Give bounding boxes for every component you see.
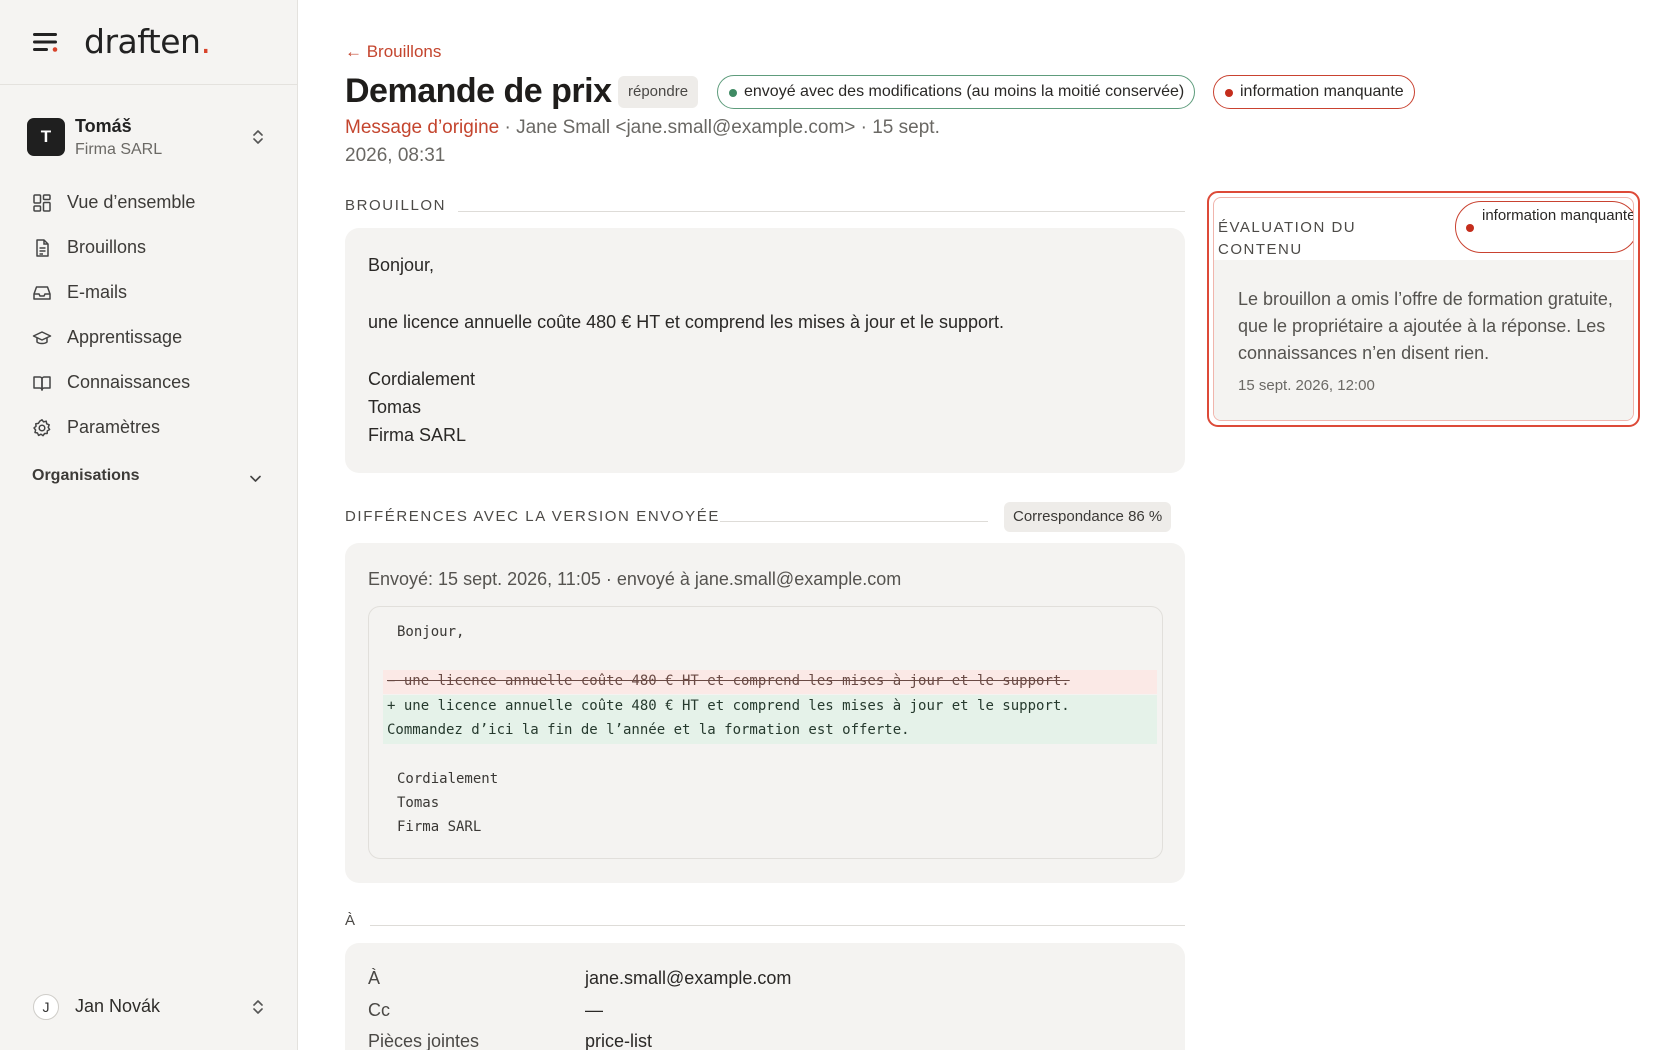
origin-meta: Message d’origine · Jane Small <jane.sma… [345,114,985,170]
back-link[interactable]: ← Brouillons [345,42,441,62]
diff-card: Envoyé: 15 sept. 2026, 11:05 · envoyé à … [345,543,1185,883]
org-switcher[interactable]: T Tomáš Firma SARL [26,116,271,164]
content-evaluation-panel: ÉVALUATION DU CONTENU information manqua… [1207,191,1640,427]
org-user-name: Tomáš [75,116,132,136]
draft-line: Cordialement [368,369,476,389]
user-menu[interactable]: J Jan Novák [33,992,269,1022]
draft-line: Firma SARL [368,425,467,445]
diff-line: Cordialement [397,771,499,787]
sidebar-item-knowledge[interactable]: Connaissances [20,360,278,405]
issue-badge-label: information manquante [1240,83,1404,100]
sidebar-item-label: Brouillons [67,237,147,257]
evaluation-dot [1466,224,1474,232]
user-avatar: J [33,994,59,1020]
logo-dot: . [200,22,211,61]
recipient-key: Pièces jointes [368,1031,480,1050]
recipient-key: À [368,968,381,988]
logo-text: draften [84,22,201,61]
origin-message-link[interactable]: Message d’origine [345,117,499,138]
sent-info: Envoyé: 15 sept. 2026, 11:05 · envoyé à … [368,569,902,589]
divider [370,925,1185,926]
recipient-value[interactable]: price-list [585,1031,652,1050]
issue-badge: information manquante [1213,75,1415,109]
diff-block: Bonjour, − une licence annuelle coûte 48… [368,606,1163,859]
diff-added-block: + une licence annuelle coûte 480 € HT et… [383,695,1157,744]
page-title: Demande de prix [345,72,612,110]
evaluation-title: ÉVALUATION DU CONTENU [1218,219,1357,258]
diff-removed-line: − une licence annuelle coûte 480 € HT et… [383,670,1157,694]
dashboard-icon [33,193,51,212]
status-dot [729,89,737,97]
chevron-up-down-icon [253,130,263,144]
diff-removed-text: − une licence annuelle coûte 480 € HT et… [387,673,1070,689]
user-name: Jan Novák [75,996,161,1016]
sidebar-item-emails[interactable]: E-mails [20,270,278,315]
diff-added-text: + une licence annuelle coûte 480 € HT et… [387,698,1070,714]
sidebar-item-label: E-mails [67,282,128,302]
inbox-icon [33,285,51,300]
diff-line: Tomas [397,795,440,811]
evaluation-badge: information manquante [1455,201,1634,253]
menu-icon[interactable] [33,32,59,52]
diff-added-text: Commandez d’ici la fin de l’année et la … [387,722,910,738]
evaluation-badge-label: information manquante [1482,207,1634,224]
chevron-up-down-icon [253,1000,263,1014]
status-badge: envoyé avec des modifications (au moins … [717,75,1196,109]
diff-heading: DIFFÉRENCES AVEC LA VERSION ENVOYÉE [345,508,720,525]
logo[interactable]: draften. [84,22,211,61]
sidebar-item-overview[interactable]: Vue d’ensemble [20,180,278,225]
evaluation-text: Le brouillon a omis l’offre de formation… [1238,289,1613,363]
evaluation-timestamp: 15 sept. 2026, 12:00 [1238,377,1375,394]
content-evaluation-inner: ÉVALUATION DU CONTENU information manqua… [1213,197,1634,421]
organisations-toggle[interactable]: Organisations [32,467,268,491]
sidebar-item-learning[interactable]: Apprentissage [20,315,278,360]
recipient-value: jane.small@example.com [585,968,792,988]
evaluation-body: Le brouillon a omis l’offre de formation… [1214,260,1633,420]
draft-heading: BROUILLON [345,197,447,214]
sidebar-item-settings[interactable]: Paramètres [20,405,278,450]
gear-icon [33,418,51,436]
type-tag: répondre [618,76,699,108]
chevron-down-icon [250,475,261,482]
brand-header: draften. [0,0,297,85]
draft-line: Bonjour, [368,255,435,275]
sidebar-item-label: Paramètres [67,417,161,437]
issue-dot [1225,89,1233,97]
status-badge-label: envoyé avec des modifications (au moins … [744,83,1185,100]
main-content: ← Brouillons Demande de prix répondre en… [345,0,1635,1050]
sidebar-nav: Vue d’ensemble Brouillons E-mails Appren… [20,180,278,450]
org-company: Firma SARL [75,141,163,158]
sidebar-item-label: Vue d’ensemble [67,192,196,212]
sidebar-item-drafts[interactable]: Brouillons [20,225,278,270]
sidebar-item-label: Connaissances [67,372,191,392]
sidebar-item-label: Apprentissage [67,327,183,347]
diff-line: Firma SARL [397,819,482,835]
divider [458,211,1185,212]
draft-line: Tomas [368,397,422,417]
organisations-label: Organisations [32,467,140,484]
match-badge: Correspondance 86 % [1004,502,1172,532]
recipients-heading: À [345,912,357,929]
sidebar: draften. T Tomáš Firma SARL Vue d’ensemb… [0,0,298,1050]
org-avatar: T [27,118,65,156]
divider [720,521,988,522]
draft-line: une licence annuelle coûte 480 € HT et c… [368,312,1005,332]
graduation-cap-icon [32,330,52,344]
recipient-key: Cc [368,1000,390,1020]
document-icon [36,238,49,257]
recipient-value: — [585,1000,603,1020]
recipients-card: À jane.small@example.com Cc — Pièces joi… [345,943,1185,1050]
diff-line: Bonjour, [397,624,465,640]
draft-card: Bonjour, une licence annuelle coûte 480 … [345,228,1185,473]
book-icon [33,375,51,391]
